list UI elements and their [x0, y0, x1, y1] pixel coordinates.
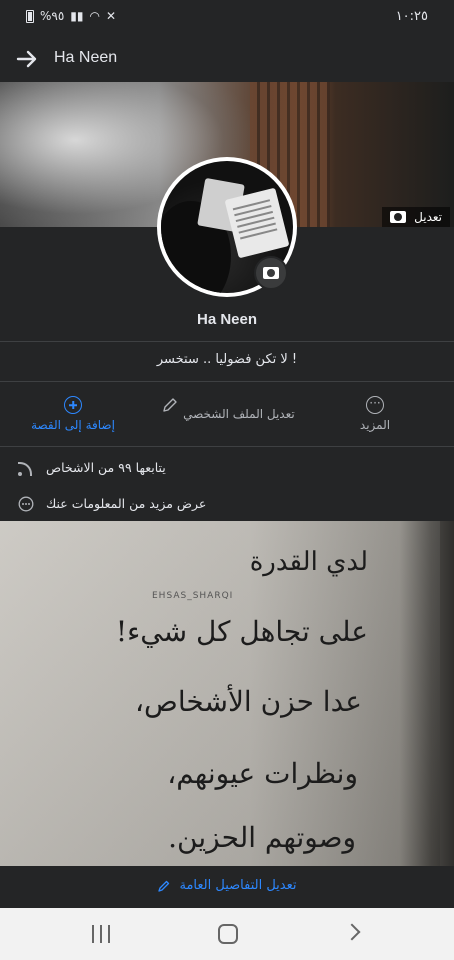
plus-circle-icon: [64, 396, 82, 414]
system-nav-bar: [0, 908, 454, 960]
photo-text-line: ونظرات عيونهم،: [167, 757, 358, 790]
pencil-icon: [163, 398, 177, 412]
photo-watermark: EHSAS_SHARQI: [152, 591, 234, 601]
profile-actions: إضافة إلى القصة تعديل الملف الشخصي المزي…: [0, 390, 454, 446]
page-title: Ha Neen: [54, 49, 118, 66]
battery-icon: [26, 9, 34, 23]
divider: [0, 446, 454, 447]
battery-percent: %٩٥: [40, 9, 65, 23]
photo-text-line: على تجاهل كل شيء!: [115, 615, 368, 648]
followers-icon: [18, 460, 34, 476]
photo-text-line: لدي القدرة: [249, 547, 368, 577]
edit-cover-button[interactable]: تعديل: [382, 207, 450, 227]
edit-cover-label: تعديل: [414, 210, 442, 224]
more-info-text: عرض مزيد من المعلومات عنك: [46, 496, 207, 511]
recent-apps-icon[interactable]: [92, 925, 110, 943]
signal-icon: ▮▮: [70, 9, 84, 23]
divider: [0, 341, 454, 342]
more-dots-icon: [366, 394, 384, 414]
camera-icon: [263, 267, 279, 279]
add-to-story-label: إضافة إلى القصة: [31, 418, 115, 432]
home-icon[interactable]: [218, 924, 238, 944]
more-info-row[interactable]: عرض مزيد من المعلومات عنك: [0, 486, 454, 522]
edit-public-details-label: تعديل التفاصيل العامة: [179, 878, 297, 893]
status-time: ١٠:٢٥: [395, 9, 428, 24]
followers-text: يتابعها ٩٩ من الاشخاص: [46, 460, 166, 475]
mute-icon: ✕: [106, 9, 117, 23]
edit-public-details-button[interactable]: تعديل التفاصيل العامة: [0, 866, 454, 908]
photo-text-line: وصوتهم الحزين.: [168, 821, 356, 854]
edit-profile-label: تعديل الملف الشخصي: [183, 407, 295, 421]
camera-icon: [390, 211, 407, 223]
profile-name: Ha Neen: [196, 311, 258, 328]
followers-row[interactable]: يتابعها ٩٩ من الاشخاص: [0, 450, 454, 486]
arrow-icon[interactable]: [16, 48, 38, 70]
app-bar: Ha Neen: [0, 36, 454, 82]
avatar-book: [224, 187, 290, 259]
photo-text-line: عدا حزن الأشخاص،: [134, 685, 362, 718]
add-to-story-button[interactable]: إضافة إلى القصة: [18, 396, 128, 432]
status-bar: %٩٥ ▮▮ ◠ ✕ ١٠:٢٥: [0, 0, 454, 36]
avatar-camera-button[interactable]: [254, 256, 288, 290]
profile-bio: لا تكن فضوليا .. ستخسر !: [156, 352, 298, 367]
more-dots-icon: [18, 496, 34, 512]
edit-profile-button[interactable]: تعديل الملف الشخصي: [158, 396, 298, 421]
more-label: المزيد: [359, 418, 391, 432]
wifi-icon: ◠: [89, 9, 100, 23]
more-button[interactable]: المزيد: [340, 394, 410, 432]
status-icons: %٩٥ ▮▮ ◠ ✕: [26, 9, 116, 23]
back-icon[interactable]: [343, 923, 361, 941]
divider: [0, 381, 454, 382]
featured-photo[interactable]: EHSAS_SHARQI لدي القدرة على تجاهل كل شيء…: [0, 521, 454, 866]
pencil-icon: [158, 880, 170, 892]
